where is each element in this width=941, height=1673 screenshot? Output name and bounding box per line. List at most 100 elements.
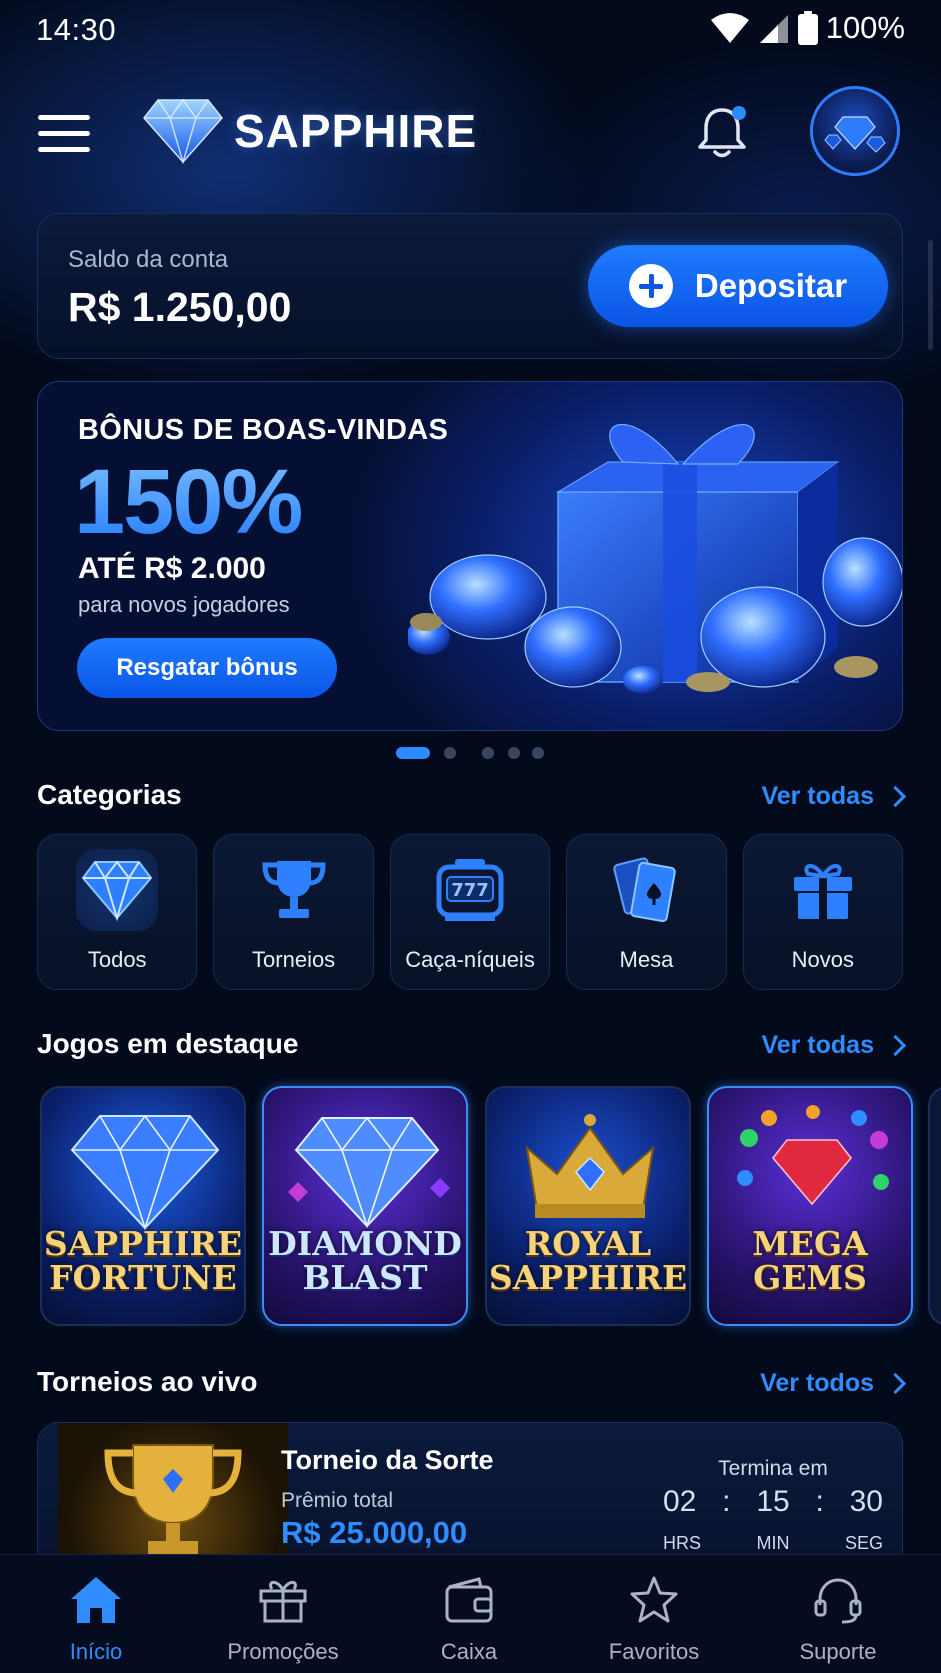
star-icon [630, 1576, 678, 1623]
status-icons: 100% [710, 10, 905, 46]
nav-promocoes[interactable]: Promoções [208, 1555, 358, 1673]
chevron-right-icon [884, 785, 907, 808]
nav-inicio[interactable]: Início [21, 1555, 171, 1673]
game-card-mega-gems[interactable]: MEGA GEMS [707, 1086, 913, 1326]
featured-games-row: SAPPHIRE FORTUNE DIAMOND BLAST ROYAL SAP… [40, 1086, 941, 1326]
featured-see-all-link[interactable]: Ver todas [761, 1031, 907, 1060]
category-label: Caça-níqueis [405, 947, 535, 972]
headset-icon [814, 1578, 862, 1624]
game-card-diamond-blast[interactable]: DIAMOND BLAST [262, 1086, 468, 1326]
category-label: Torneios [252, 947, 336, 972]
category-label: Todos [87, 947, 147, 972]
app-header: SAPPHIRE [0, 80, 941, 190]
status-bar: 14:30 100% [0, 0, 941, 58]
nav-label: Promoções [227, 1639, 339, 1664]
bottom-navigation: Início Promoções Caixa Favoritos Suporte [0, 1554, 941, 1673]
game-artwork [525, 1114, 655, 1218]
featured-games-title: Jogos em destaque [37, 1028, 299, 1059]
nav-favoritos[interactable]: Favoritos [579, 1555, 729, 1673]
timer-hours: 02 [663, 1485, 697, 1518]
see-all-label: Ver todos [760, 1369, 874, 1397]
gift-icon [782, 849, 864, 931]
banner-subtitle: ATÉ R$ 2.000 [78, 552, 266, 585]
svg-text:777: 777 [451, 880, 489, 901]
nav-label: Favoritos [608, 1639, 700, 1664]
ends-label: Termina em [718, 1457, 828, 1480]
unit-seconds: SEG [844, 1533, 883, 1553]
balance-label: Saldo da conta [68, 246, 229, 273]
game-card-sapphire-fortune[interactable]: SAPPHIRE FORTUNE [40, 1086, 246, 1326]
game-title-line1: MEGA [752, 1224, 868, 1263]
timer-minutes: 15 [756, 1485, 790, 1518]
banner-percent: 150% [74, 451, 303, 553]
timer-seconds: 30 [849, 1485, 883, 1518]
banner-note: para novos jogadores [78, 592, 290, 617]
see-all-label: Ver todas [761, 782, 874, 810]
gift-box-illustration [408, 423, 902, 694]
balance-card: Saldo da conta R$ 1.250,00 Depositar [37, 213, 903, 359]
live-tournaments-title: Torneios ao vivo [37, 1366, 258, 1397]
chevron-right-icon [884, 1372, 907, 1395]
nav-label: Suporte [799, 1639, 877, 1664]
home-icon [71, 1577, 121, 1623]
notifications-button[interactable] [692, 102, 752, 162]
menu-icon-bar [38, 115, 90, 120]
unit-minutes: MIN [756, 1533, 790, 1553]
carousel-dot[interactable] [482, 747, 494, 759]
category-mesa[interactable]: Mesa [566, 834, 727, 990]
game-title-line1: ROYAL [524, 1224, 652, 1263]
prize-value: R$ 25.000,00 [281, 1515, 468, 1550]
welcome-bonus-banner[interactable]: BÔNUS DE BOAS-VINDAS 150% ATÉ R$ 2.000 p… [37, 381, 903, 731]
tournaments-see-all-link[interactable]: Ver todos [760, 1369, 907, 1398]
category-caca-niqueis[interactable]: 777 Caça-níqueis [389, 834, 551, 990]
category-torneios[interactable]: Torneios [213, 834, 374, 990]
signal-icon [759, 15, 788, 43]
game-artwork [288, 1116, 450, 1229]
timer-separator: : [722, 1485, 731, 1518]
carousel-dot[interactable] [444, 747, 456, 759]
logo: SAPPHIRE [142, 98, 477, 164]
notification-dot [732, 106, 746, 120]
carousel-dot[interactable] [532, 747, 544, 759]
timer-separator: : [815, 1485, 824, 1518]
game-card-royal-sapphire[interactable]: ROYAL SAPPHIRE [485, 1086, 691, 1326]
menu-button[interactable] [38, 113, 92, 155]
sapphire-logo-icon [143, 98, 223, 164]
menu-icon-bar [38, 131, 90, 136]
unit-hours: HRS [663, 1533, 702, 1553]
banner-title: BÔNUS DE BOAS-VINDAS [78, 414, 449, 446]
deposit-button[interactable]: Depositar [588, 245, 888, 327]
wifi-icon [710, 13, 749, 43]
deposit-label: Depositar [694, 267, 848, 304]
battery-icon [797, 11, 818, 45]
gold-trophy-icon [104, 1444, 242, 1555]
diamond-icon [76, 849, 159, 931]
slot-machine-icon: 777 [429, 849, 511, 931]
nav-label: Início [69, 1639, 123, 1664]
gift-icon [259, 1580, 307, 1623]
nav-caixa[interactable]: Caixa [394, 1555, 544, 1673]
tournament-name: Torneio da Sorte [281, 1445, 494, 1475]
game-title-line1: DIAMOND [268, 1224, 462, 1263]
scrollbar[interactable] [928, 240, 933, 350]
prize-label: Prêmio total [281, 1489, 394, 1512]
carousel-dot[interactable] [396, 747, 430, 759]
game-artwork [70, 1114, 220, 1231]
category-novos[interactable]: Novos [742, 834, 904, 990]
claim-bonus-button[interactable]: Resgatar bônus [77, 638, 337, 698]
game-title-line1: SAPPHIRE [43, 1224, 243, 1263]
game-title-line2: FORTUNE [49, 1258, 237, 1297]
nav-suporte[interactable]: Suporte [763, 1555, 913, 1673]
avatar[interactable] [810, 86, 900, 176]
timer-units: HRS MIN SEG [663, 1533, 883, 1554]
game-title-line2: GEMS [753, 1258, 867, 1297]
categories-see-all-link[interactable]: Ver todas [761, 782, 907, 811]
wallet-icon [445, 1577, 493, 1623]
carousel-dot[interactable] [508, 747, 520, 759]
game-card-peek[interactable] [928, 1086, 941, 1326]
category-label: Novos [791, 947, 854, 972]
category-todos[interactable]: Todos [37, 834, 198, 990]
balance-value: R$ 1.250,00 [68, 284, 292, 330]
category-label: Mesa [619, 947, 674, 972]
game-title-line2: SAPPHIRE [488, 1258, 688, 1297]
